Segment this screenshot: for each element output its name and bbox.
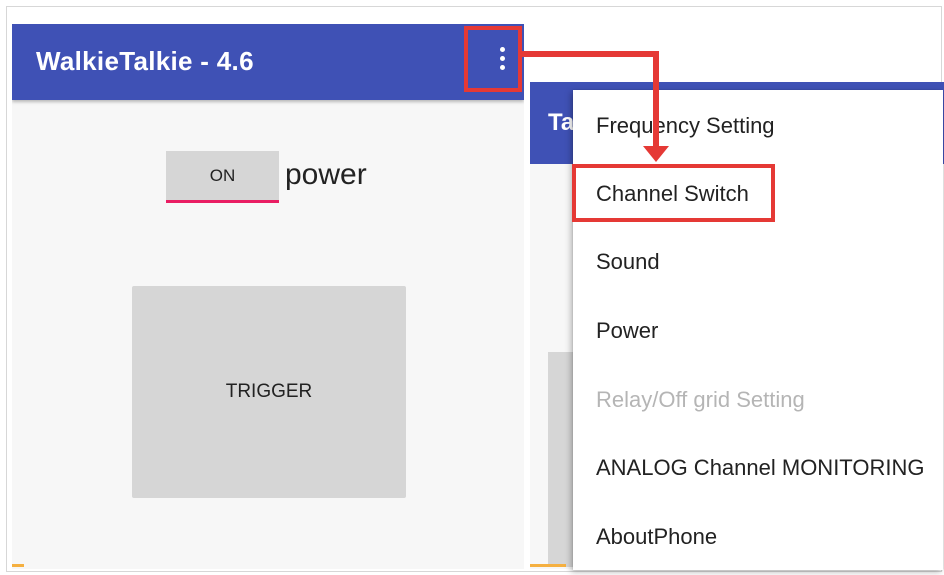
menu-item-label: Sound	[596, 249, 660, 274]
power-toggle-label: ON	[209, 166, 236, 185]
menu-item-about-phone[interactable]: AboutPhone	[573, 503, 943, 571]
menu-item-label: Power	[596, 318, 659, 343]
trigger-button[interactable]: TRIGGER	[132, 286, 406, 498]
left-phone-screen: WalkieTalkie - 4.6 ON power TRIGGER	[12, 24, 524, 569]
app-title: WalkieTalkie - 4.6	[36, 46, 254, 76]
app-bar: WalkieTalkie - 4.6	[12, 24, 524, 100]
right-bottom-accent	[530, 564, 566, 567]
menu-item-frequency-setting[interactable]: Frequency Setting	[573, 92, 943, 160]
menu-item-label: ANALOG Channel MONITORING	[596, 455, 925, 480]
menu-item-label: Relay/Off grid Setting	[596, 387, 805, 412]
overflow-highlight-box	[464, 26, 522, 92]
overflow-popup-menu: Frequency Setting Channel Switch Sound P…	[573, 90, 943, 570]
menu-item-label: Frequency Setting	[596, 113, 775, 138]
menu-item-analog-channel-monitoring[interactable]: ANALOG Channel MONITORING	[573, 434, 943, 502]
power-label: power	[285, 158, 367, 191]
channel-switch-highlight-box	[572, 164, 775, 222]
power-toggle-button[interactable]: ON	[166, 151, 279, 201]
trigger-button-label: TRIGGER	[225, 381, 313, 402]
menu-item-power[interactable]: Power	[573, 297, 943, 365]
menu-item-sound[interactable]: Sound	[573, 228, 943, 296]
menu-item-relay-off-grid-setting: Relay/Off grid Setting	[573, 366, 943, 434]
screenshot-stage: Ta WalkieTalkie - 4.6 ON power TRIGGER F	[0, 0, 944, 575]
power-toggle-indicator	[166, 200, 279, 203]
left-bottom-accent	[12, 564, 24, 567]
right-app-title: Ta	[548, 109, 575, 136]
menu-item-label: AboutPhone	[596, 524, 718, 549]
